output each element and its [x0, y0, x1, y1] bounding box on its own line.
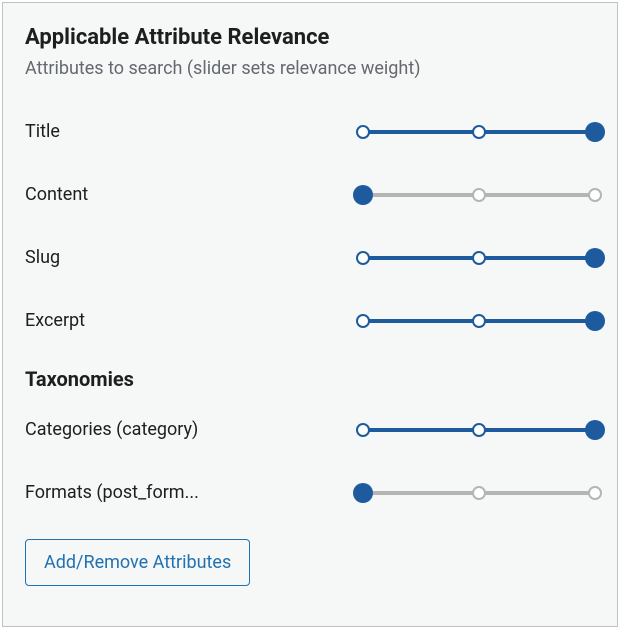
relevance-slider[interactable]	[363, 420, 595, 440]
slider-handle[interactable]	[585, 122, 605, 142]
slider-step-dot	[356, 423, 370, 437]
relevance-slider[interactable]	[363, 311, 595, 331]
attribute-label: Excerpt	[25, 310, 275, 331]
slider-step-dot	[588, 188, 602, 202]
attribute-row: Title	[25, 121, 595, 142]
slider-handle[interactable]	[353, 483, 373, 503]
add-remove-attributes-button[interactable]: Add/Remove Attributes	[25, 539, 250, 586]
slider-handle[interactable]	[585, 311, 605, 331]
slider-step-dot	[472, 188, 486, 202]
slider-step-dot	[472, 251, 486, 265]
relevance-slider[interactable]	[363, 483, 595, 503]
attribute-row: Slug	[25, 247, 595, 268]
taxonomy-row: Formats (post_form...	[25, 482, 595, 503]
slider-step-dot	[356, 314, 370, 328]
slider-step-dot	[356, 251, 370, 265]
taxonomy-row: Categories (category)	[25, 419, 595, 440]
panel-subheading: Attributes to search (slider sets releva…	[25, 58, 595, 79]
panel-heading: Applicable Attribute Relevance	[25, 25, 595, 50]
relevance-slider[interactable]	[363, 248, 595, 268]
slider-step-dot	[356, 125, 370, 139]
slider-step-dot	[472, 423, 486, 437]
relevance-slider[interactable]	[363, 122, 595, 142]
taxonomy-label: Categories (category)	[25, 419, 275, 440]
slider-handle[interactable]	[585, 248, 605, 268]
slider-handle[interactable]	[353, 185, 373, 205]
attribute-label: Title	[25, 121, 275, 142]
slider-step-dot	[472, 486, 486, 500]
attribute-label: Content	[25, 184, 275, 205]
slider-handle[interactable]	[585, 420, 605, 440]
taxonomies-heading: Taxonomies	[25, 367, 595, 391]
attribute-row: Content	[25, 184, 595, 205]
relevance-slider[interactable]	[363, 185, 595, 205]
slider-step-dot	[472, 125, 486, 139]
attribute-relevance-panel: Applicable Attribute Relevance Attribute…	[2, 2, 618, 627]
attribute-label: Slug	[25, 247, 275, 268]
attribute-row: Excerpt	[25, 310, 595, 331]
slider-step-dot	[472, 314, 486, 328]
taxonomy-label: Formats (post_form...	[25, 482, 275, 503]
slider-step-dot	[588, 486, 602, 500]
